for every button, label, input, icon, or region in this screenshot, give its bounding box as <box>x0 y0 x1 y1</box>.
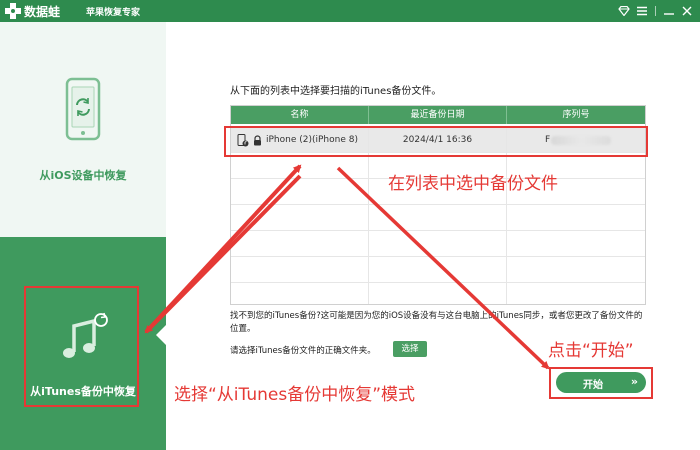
table-row-empty <box>231 231 645 257</box>
app-logo-icon <box>5 3 21 19</box>
minimize-icon[interactable] <box>662 4 676 18</box>
annotation-box-selected-row <box>224 126 648 157</box>
table-header: 名称 最近备份日期 序列号 <box>231 106 645 124</box>
active-item-pointer <box>156 325 166 345</box>
title-bar: 数据蛙 苹果恢复专家 <box>0 0 700 22</box>
annotation-choose-mode: 选择“从iTunes备份中恢复”模式 <box>174 385 416 405</box>
instruction-text: 从下面的列表中选择要扫描的iTunes备份文件。 <box>230 86 442 97</box>
column-header-name[interactable]: 名称 <box>231 106 369 124</box>
close-icon[interactable] <box>680 4 694 18</box>
column-header-serial[interactable]: 序列号 <box>507 106 645 124</box>
titlebar-divider <box>655 6 656 16</box>
app-name: 数据蛙 <box>24 5 61 19</box>
annotation-box-sidebar-itunes <box>24 286 139 407</box>
column-header-date[interactable]: 最近备份日期 <box>369 106 507 124</box>
annotation-click-start: 点击“开始” <box>548 341 634 361</box>
phone-refresh-icon <box>65 77 101 141</box>
annotation-select-in-list: 在列表中选中备份文件 <box>388 174 558 194</box>
sidebar-item-ios-label: 从iOS设备中恢复 <box>39 169 127 182</box>
app-subtitle: 苹果恢复专家 <box>86 8 141 18</box>
sidebar-item-ios-recovery[interactable]: 从iOS设备中恢复 <box>0 22 166 237</box>
table-row-empty <box>231 257 645 283</box>
folder-label: 请选择iTunes备份文件的正确文件夹。 <box>230 346 376 356</box>
window-controls <box>617 3 694 19</box>
help-text: 找不到您的iTunes备份?这可能是因为您的iOS设备没有与这台电脑上的iTun… <box>230 311 643 334</box>
diamond-icon[interactable] <box>617 4 631 18</box>
select-folder-button[interactable]: 选择 <box>393 341 427 357</box>
menu-icon[interactable] <box>635 4 649 18</box>
table-row-empty <box>231 205 645 231</box>
table-row-empty <box>231 283 645 304</box>
annotation-box-start-button <box>549 367 653 399</box>
